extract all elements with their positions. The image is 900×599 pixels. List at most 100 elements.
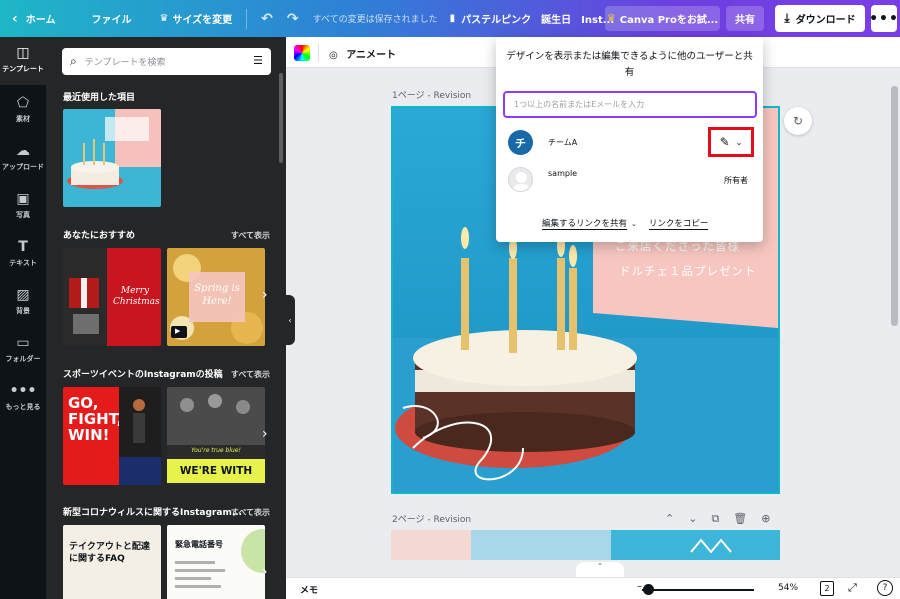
sports-next-chevron-icon[interactable]: › [262, 426, 268, 442]
withyou-template-thumb[interactable]: You're true blue! WE'RE WITH YOU! [167, 387, 265, 485]
recommend-next-chevron-icon[interactable]: › [262, 287, 268, 303]
nav-label: 素材 [16, 115, 30, 123]
template-search-input[interactable]: ⌕ テンプレートを検索 ☰ [62, 48, 271, 75]
crown-icon: ♛ [606, 13, 616, 24]
resize-button[interactable]: ♛ サイズを変更 [159, 0, 232, 37]
nav-elements[interactable]: ⬠ 素材 [0, 95, 46, 124]
design-text-line2[interactable]: ドルチェ１品プレゼント [619, 263, 757, 279]
more-icon: ••• [9, 383, 37, 399]
show-pages-chevron-icon[interactable]: ⌃ [576, 562, 624, 577]
animate-button[interactable]: ◎ アニメート [329, 46, 396, 61]
christmas-template-thumb[interactable]: Merry Christmas [63, 248, 161, 346]
nav-folders[interactable]: ▭ フォルダー [0, 335, 46, 364]
nav-photos[interactable]: ▣ 写真 [0, 191, 46, 220]
takeout-template-thumb[interactable]: テイクアウトと配達に関するFAQ [63, 525, 161, 599]
canva-pro-trial-button[interactable]: ♛ Canva Proをお試... [605, 6, 720, 31]
redo-icon[interactable]: ↷ [287, 0, 299, 37]
back-chevron-icon[interactable]: ‹ [12, 0, 18, 37]
withyou-thumb-small: You're true blue! [191, 447, 241, 454]
user-avatar [508, 167, 533, 192]
zoom-level[interactable]: 54% [778, 583, 798, 593]
spring-thumb-text: Spring is Here! [194, 283, 240, 307]
pencil-icon: ✎ [719, 135, 730, 149]
help-button[interactable]: ? [877, 580, 893, 596]
animate-label: アニメート [346, 50, 397, 61]
add-page-icon[interactable]: ⊕ [761, 512, 770, 526]
nav-more[interactable]: ••• もっと見る [0, 383, 46, 412]
bottom-bar: メモ – 54% 2 ⤢ ? [286, 577, 900, 599]
duplicate-page-icon[interactable]: ⧉ [711, 512, 719, 526]
chevron-down-icon[interactable]: ⌄ [688, 512, 697, 526]
home-button[interactable]: ホーム [26, 0, 56, 37]
collapse-panel-chevron-icon[interactable]: ‹ [285, 295, 295, 345]
zoom-slider[interactable] [642, 589, 754, 591]
filter-icon[interactable]: ☰ [253, 54, 263, 67]
resize-label: サイズを変更 [172, 15, 233, 26]
fullscreen-icon[interactable]: ⤢ [848, 581, 857, 595]
delete-page-icon[interactable]: 🗑 [733, 512, 747, 526]
canvas-scrollbar[interactable] [891, 86, 898, 326]
nav-label: テキスト [9, 259, 37, 267]
recent-template-thumb[interactable] [63, 109, 161, 207]
search-placeholder: テンプレートを検索 [84, 58, 166, 68]
zoom-slider-handle[interactable] [643, 584, 654, 595]
share-popup: デザインを表示または編集できるように他のユーザーと共有 1つ以上の名前またはEメ… [496, 37, 763, 242]
chevron-up-icon[interactable]: ⌃ [665, 512, 674, 526]
sports-see-all-link[interactable]: すべて表示 [231, 369, 270, 380]
recent-thumb-image [63, 109, 161, 207]
nav-label: 写真 [16, 211, 30, 219]
page1-label[interactable]: 1ページ - Revision [392, 88, 471, 101]
panel-scrollbar[interactable] [279, 73, 283, 163]
layout-icon: ◫ [16, 45, 30, 61]
toolbar-divider [318, 44, 319, 62]
page2-label[interactable]: 2ページ - Revision [392, 512, 471, 525]
page-actions: ⌃ ⌄ ⧉ 🗑 ⊕ [665, 512, 784, 526]
video-play-icon: ▶ [175, 327, 181, 335]
recommend-section-title: あなたにおすすめ [63, 231, 136, 241]
nav-uploads[interactable]: ☁ アップロード [0, 143, 46, 172]
share-recipient-input[interactable]: 1つ以上の名前またはEメールを入力 [503, 91, 757, 118]
chevron-down-icon[interactable]: ⌄ [631, 220, 637, 228]
file-menu-button[interactable]: ファイル [91, 0, 131, 37]
pro-label: Canva Proをお試... [619, 15, 719, 26]
save-status: すべての変更は保存されました [312, 15, 438, 25]
christmas-thumb-text: Merry Christmas [113, 286, 160, 307]
nav-label: テンプレート [2, 65, 44, 73]
nav-label: フォルダー [5, 355, 41, 363]
page-count-button[interactable]: 2 [820, 581, 834, 596]
gofight-thumb-image [119, 387, 161, 485]
notes-button[interactable]: メモ [300, 583, 318, 596]
recommend-see-all-link[interactable]: すべて表示 [231, 230, 270, 241]
document-title[interactable]: ▮ パステルピンク 誕生日 Inst... [450, 0, 614, 37]
nav-templates[interactable]: ◫ テンプレート [0, 37, 46, 85]
corona-next-chevron-icon[interactable]: › [262, 564, 268, 580]
copy-link-button[interactable]: リンクをコピー [648, 217, 709, 230]
crown-icon: ♛ [159, 13, 169, 24]
design-page-2[interactable] [391, 530, 780, 560]
toolbar-divider [246, 8, 248, 29]
team-name: チームA [548, 138, 578, 147]
share-edit-link-button[interactable]: 編集するリンクを共有 [542, 217, 628, 230]
permission-dropdown[interactable]: ✎ ⌄ [708, 127, 754, 157]
nav-backgrounds[interactable]: ▨ 背景 [0, 287, 46, 316]
avatar-body [512, 184, 531, 191]
share-button[interactable]: 共有 [726, 6, 764, 31]
recent-section-title: 最近使用した項目 [63, 93, 136, 103]
emergency-thumb-text: 緊急電話番号 [175, 540, 223, 549]
text-icon: T [18, 239, 28, 255]
user-name: sample [548, 169, 578, 178]
team-avatar: チ [508, 130, 533, 155]
spring-template-thumb[interactable]: Spring is Here! ▶ [167, 248, 265, 346]
emergency-template-thumb[interactable]: 緊急電話番号 [167, 525, 265, 599]
team-doc-icon: ▮ [449, 13, 456, 24]
corona-see-all-link[interactable]: すべて表示 [231, 507, 270, 518]
nav-text[interactable]: T テキスト [0, 239, 46, 268]
gofight-template-thumb[interactable]: GO, FIGHT, WIN! [63, 387, 161, 485]
folder-icon: ▭ [16, 335, 30, 351]
undo-icon[interactable]: ↶ [261, 0, 273, 37]
download-button[interactable]: ⤓ ダウンロード [775, 5, 865, 32]
regenerate-icon[interactable]: ↻ [784, 107, 812, 135]
more-options-button[interactable]: ••• [869, 5, 898, 32]
color-picker-icon[interactable] [294, 45, 310, 61]
corona-section-title: 新型コロナウィルスに関するInstagram... [63, 508, 243, 518]
